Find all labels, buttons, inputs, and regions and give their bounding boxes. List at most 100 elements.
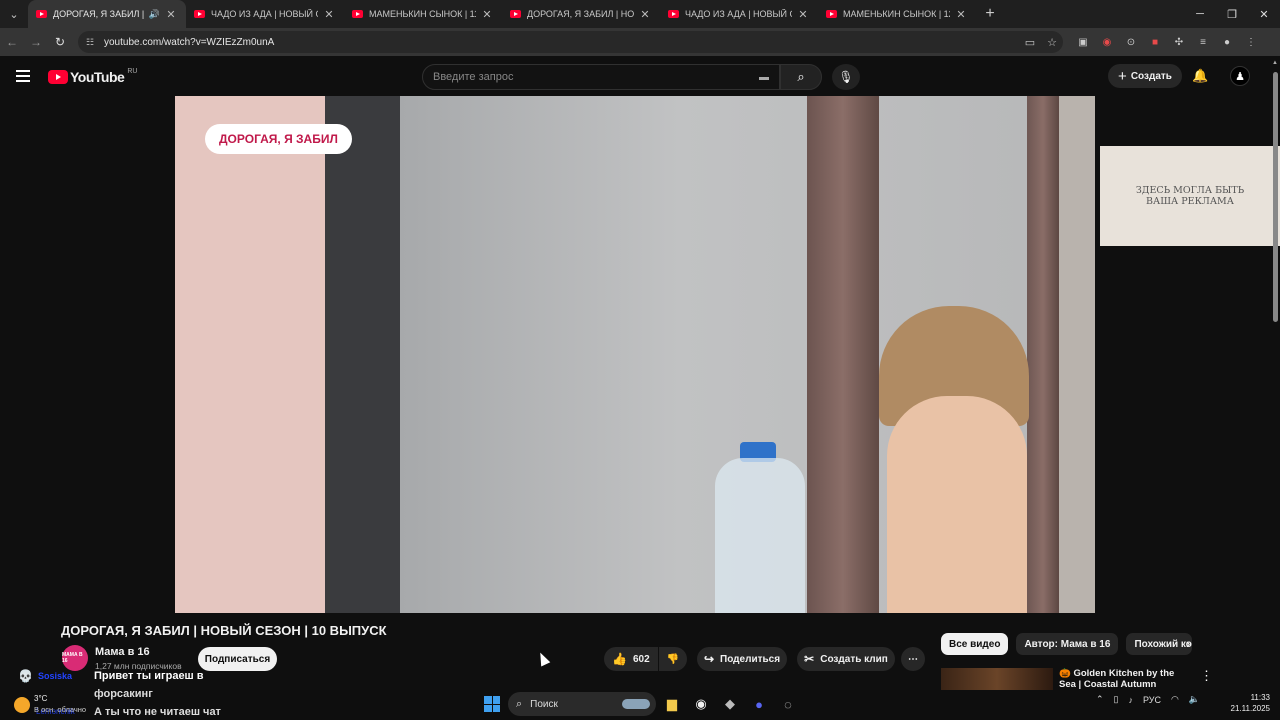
file-explorer-icon[interactable]: ▆ <box>662 694 682 714</box>
voice-search-button[interactable]: 🎙 <box>832 64 860 90</box>
discord-icon[interactable]: ● <box>749 694 769 714</box>
search-icon: ⌕ <box>516 697 523 710</box>
more-actions-button[interactable]: ⋯ <box>901 647 925 671</box>
youtube-header: YouTube RU Введите запрос ▬ ⌕ 🎙 + Создат… <box>0 56 1280 96</box>
create-button[interactable]: + Создать <box>1108 64 1182 88</box>
tab-search-button[interactable]: ⌄ <box>0 0 28 28</box>
back-icon[interactable]: ← <box>0 35 24 49</box>
close-tab-icon[interactable]: ✕ <box>638 8 652 21</box>
close-tab-icon[interactable]: ✕ <box>322 8 336 21</box>
puzzle-icon[interactable]: ✣ <box>1167 31 1191 53</box>
video-frame-edge <box>1059 96 1095 613</box>
tab-title: ЧАДО ИЗ АДА | НОВЫЙ СЕЗОН <box>685 9 792 19</box>
media-control-icon[interactable]: ≡ <box>1191 31 1215 53</box>
new-tab-button[interactable]: + <box>976 5 1004 23</box>
dislike-button[interactable]: 👎 <box>659 647 687 671</box>
mic-icon[interactable]: ♪ <box>1129 695 1134 705</box>
like-button[interactable]: 👍 602 <box>604 647 658 671</box>
minimize-icon[interactable]: ─ <box>1184 8 1216 21</box>
clock-date: 21.11.2025 <box>1230 704 1270 713</box>
chip-similar[interactable]: Похожий контент <box>1126 633 1193 655</box>
video-frame-door <box>325 96 400 613</box>
chrome-icon[interactable]: ◉ <box>691 694 711 714</box>
search-button[interactable]: ⌕ <box>780 64 822 90</box>
keyboard-icon[interactable]: ▬ <box>759 72 769 83</box>
profile-icon[interactable]: ● <box>1215 31 1239 53</box>
share-button[interactable]: ↪ Поделиться <box>697 647 787 671</box>
hamburger-menu-icon[interactable] <box>16 70 30 85</box>
browser-tab[interactable]: МАМЕНЬКИН СЫНОК | 12 ВЫПУСК ✕ <box>818 0 976 28</box>
weather-widget[interactable]: 3°C В осн. облачно <box>10 692 94 718</box>
url-text[interactable]: youtube.com/watch?v=WZIEzZm0unA <box>104 37 1019 48</box>
volume-icon[interactable]: 🔈 <box>1189 694 1200 705</box>
logo-text: YouTube <box>70 69 125 85</box>
video-player[interactable]: ДОРОГАЯ, Я ЗАБИЛ <box>175 96 1095 613</box>
clip-label: Создать клип <box>820 653 888 665</box>
weather-temp: 3°C <box>34 694 48 703</box>
extension-icon[interactable]: ◉ <box>1095 31 1119 53</box>
reload-icon[interactable]: ↻ <box>48 35 72 49</box>
restore-icon[interactable]: ❐ <box>1216 8 1248 21</box>
forward-icon[interactable]: → <box>24 35 48 49</box>
clip-button[interactable]: ✂ Создать клип <box>797 647 895 671</box>
extension-icon[interactable]: ▣ <box>1071 31 1095 53</box>
scrollbar-thumb[interactable] <box>1273 72 1278 322</box>
cast-icon[interactable]: ▭ <box>1019 36 1041 49</box>
close-tab-icon[interactable]: ✕ <box>480 8 494 21</box>
thumbs-up-icon: 👍 <box>612 652 627 666</box>
ad-banner[interactable]: ЗДЕСЬ МОГЛА БЫТЬ ВАША РЕКЛАМА <box>1100 146 1280 246</box>
channel-name[interactable]: Мама в 16 <box>95 646 150 658</box>
youtube-favicon-icon <box>352 10 363 18</box>
search-input[interactable]: Введите запрос ▬ <box>422 64 780 90</box>
wifi-icon[interactable]: ◠ <box>1171 694 1179 705</box>
speaker-icon[interactable]: 🔊 <box>149 9 160 20</box>
avatar[interactable]: ♟ <box>1230 66 1250 86</box>
close-tab-icon[interactable]: ✕ <box>954 8 968 21</box>
browser-tab[interactable]: ДОРОГАЯ, Я ЗАБИЛ | НОВЫЙ СЕЗОН ✕ <box>502 0 660 28</box>
chevron-right-icon[interactable]: › <box>1186 636 1190 651</box>
chip-author[interactable]: Автор: Мама в 16 <box>1016 633 1119 655</box>
chevron-up-icon[interactable]: ⌃ <box>1096 694 1104 705</box>
app-icon[interactable]: ◆ <box>720 694 740 714</box>
like-count: 602 <box>632 653 650 665</box>
close-tab-icon[interactable]: ✕ <box>796 8 810 21</box>
browser-menu-icon[interactable]: ⋮ <box>1239 31 1263 53</box>
browser-tab[interactable]: ЧАДО ИЗ АДА | НОВЫЙ СЕЗОН ✕ <box>660 0 818 28</box>
video-frame-child <box>887 396 1027 613</box>
scissors-icon: ✂ <box>804 652 815 666</box>
windows-start-icon[interactable] <box>484 696 500 712</box>
recommended-title-text: Golden Kitchen by the Sea | Coastal Autu… <box>1059 668 1175 690</box>
taskbar-search[interactable]: ⌕ Поиск <box>508 692 656 716</box>
system-tray: ⌃ ▯ ♪ РУС ◠ 🔈 <box>1096 694 1210 705</box>
recommended-thumbnail[interactable] <box>941 668 1053 690</box>
browser-tab[interactable]: МАМЕНЬКИН СЫНОК | 11 ВЫПУСК ✕ <box>344 0 502 28</box>
youtube-logo[interactable]: YouTube RU <box>48 68 137 85</box>
address-bar[interactable]: ☷ youtube.com/watch?v=WZIEzZm0unA ▭ ☆ <box>78 31 1063 53</box>
browser-tab[interactable]: ЧАДО ИЗ АДА | НОВЫЙ СЕЗОН ✕ <box>186 0 344 28</box>
create-label: Создать <box>1130 70 1172 82</box>
site-info-icon[interactable]: ☷ <box>86 37 98 48</box>
page-scrollbar[interactable]: ▲ <box>1271 60 1280 690</box>
extension-icon[interactable]: ⊙ <box>1119 31 1143 53</box>
tab-title: ДОРОГАЯ, Я ЗАБИЛ | НОВЫЙ СЕЗОН <box>53 9 145 19</box>
language-indicator[interactable]: РУС <box>1143 695 1161 705</box>
app-icon[interactable]: ◌ <box>778 694 798 714</box>
skull-icon: 💀 <box>18 669 33 683</box>
recommended-title[interactable]: 🎃 Golden Kitchen by the Sea | Coastal Au… <box>1059 668 1191 690</box>
tab-title: ДОРОГАЯ, Я ЗАБИЛ | НОВЫЙ СЕЗОН <box>527 9 634 19</box>
more-vertical-icon[interactable]: ⋮ <box>1200 668 1213 684</box>
browser-tab[interactable]: ДОРОГАЯ, Я ЗАБИЛ | НОВЫЙ СЕЗОН 🔊 ✕ <box>28 0 186 28</box>
taskbar-clock[interactable]: 11:33 21.11.2025 <box>1228 692 1270 714</box>
battery-icon[interactable]: ▯ <box>1114 694 1119 705</box>
video-frame-person <box>175 96 325 613</box>
close-window-icon[interactable]: ✕ <box>1248 8 1280 21</box>
share-icon: ↪ <box>703 652 715 666</box>
close-tab-icon[interactable]: ✕ <box>164 8 178 21</box>
notifications-bell-icon[interactable]: 🔔 <box>1192 68 1208 84</box>
search-placeholder: Введите запрос <box>433 71 514 83</box>
extension-icon[interactable]: ■ <box>1143 31 1167 53</box>
video-frame-bottle <box>715 458 805 613</box>
bookmark-star-icon[interactable]: ☆ <box>1041 36 1063 49</box>
chip-all-videos[interactable]: Все видео <box>941 633 1009 655</box>
scroll-up-icon[interactable]: ▲ <box>1272 60 1278 66</box>
